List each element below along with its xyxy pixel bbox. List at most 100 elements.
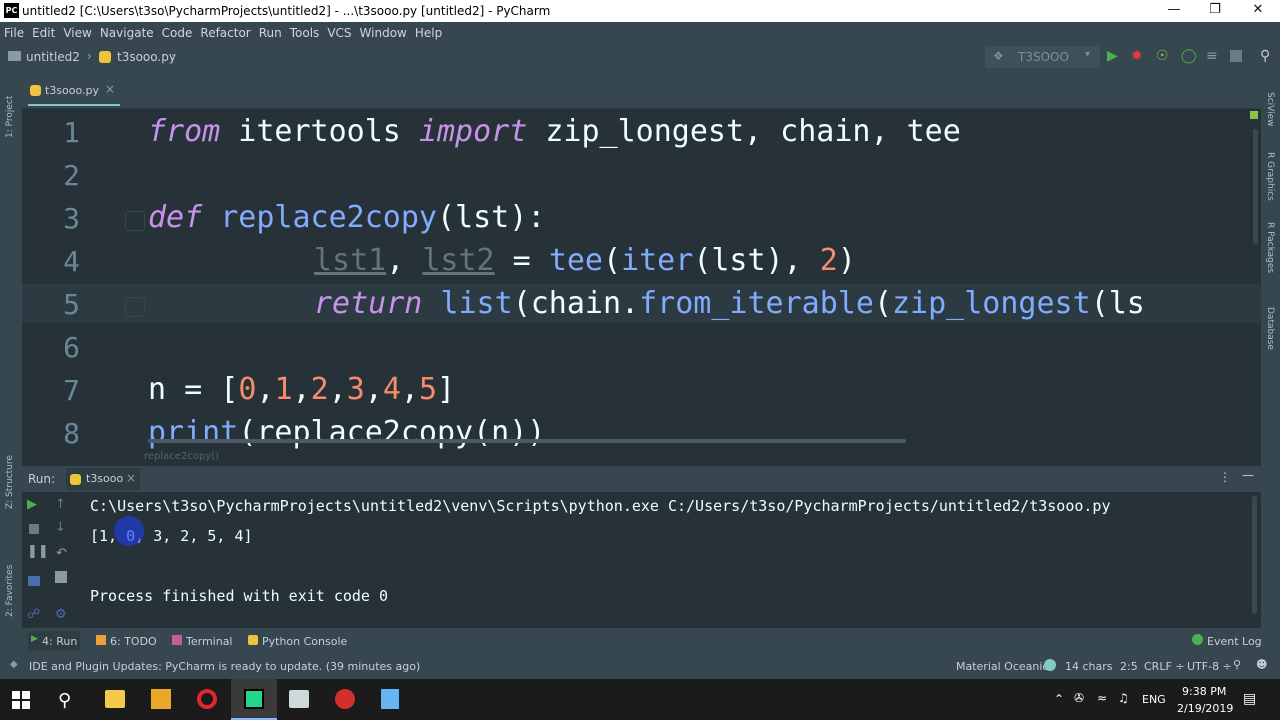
line-separator[interactable]: CRLF ÷ bbox=[1144, 660, 1185, 673]
database-tool-tab[interactable]: Database bbox=[1265, 307, 1275, 350]
rerun-icon[interactable]: ▶ bbox=[27, 497, 37, 512]
line-number: 6 bbox=[63, 331, 80, 364]
close-run-tab-icon[interactable]: × bbox=[126, 471, 136, 485]
menu-code[interactable]: Code bbox=[158, 22, 197, 40]
project-tool-tab[interactable]: 1: Project bbox=[5, 96, 15, 138]
search-everywhere-icon[interactable]: ⚲ bbox=[1260, 48, 1270, 64]
breadcrumb-project[interactable]: untitled2 bbox=[26, 50, 80, 64]
soft-wrap-icon[interactable]: ↶ bbox=[56, 546, 67, 561]
up-arrow-icon[interactable]: ↑ bbox=[55, 497, 66, 512]
menu-window[interactable]: Window bbox=[356, 22, 411, 40]
code-token: n = [ bbox=[148, 372, 239, 407]
todo-icon bbox=[96, 635, 106, 645]
inspector-icon[interactable]: ☻ bbox=[1256, 658, 1267, 671]
menu-file[interactable]: File bbox=[0, 22, 28, 40]
editor-tab-label: t3sooo.py bbox=[45, 84, 100, 97]
notifications-icon[interactable]: ▤ bbox=[1243, 691, 1256, 707]
clock-time[interactable]: 9:38 PM bbox=[1182, 685, 1226, 698]
minimize-button[interactable]: — bbox=[1164, 2, 1184, 20]
menu-edit[interactable]: Edit bbox=[28, 22, 59, 40]
print-icon[interactable] bbox=[55, 571, 67, 583]
theme-indicator[interactable]: Material Oceanic bbox=[956, 660, 1048, 673]
debug-icon[interactable]: ✹ bbox=[1131, 48, 1143, 64]
favorites-tool-tab[interactable]: 2: Favorites bbox=[5, 565, 15, 617]
run-tool-tab[interactable]: ▶ 4: Run bbox=[28, 631, 80, 651]
code-token: (ls bbox=[1090, 286, 1145, 321]
volume-icon[interactable]: ♫ bbox=[1118, 691, 1129, 705]
terminal-tool-tab[interactable]: Terminal bbox=[186, 635, 233, 648]
python-console-tool-tab[interactable]: Python Console bbox=[262, 635, 347, 648]
breadcrumb-file[interactable]: t3sooo.py bbox=[117, 50, 176, 64]
editor-tab-t3sooo[interactable]: t3sooo.py × bbox=[28, 76, 120, 106]
menu-view[interactable]: View bbox=[59, 22, 95, 40]
line-number: 3 bbox=[63, 202, 80, 235]
caret-position[interactable]: 2:5 bbox=[1120, 660, 1138, 673]
lock-icon[interactable]: ⚲ bbox=[1233, 658, 1241, 671]
file-encoding[interactable]: UTF-8 ÷ bbox=[1187, 660, 1232, 673]
code-line-8: print(replace2copy(n)) bbox=[148, 415, 545, 449]
sciview-tool-tab[interactable]: SciView bbox=[1265, 92, 1275, 127]
update-notification-icon[interactable]: ◆ bbox=[10, 659, 18, 670]
settings-icon[interactable]: ⚙ bbox=[55, 607, 67, 622]
notepad-icon[interactable] bbox=[381, 689, 399, 709]
r-graphics-tool-tab[interactable]: R Graphics bbox=[1265, 152, 1275, 201]
app-window-icon[interactable] bbox=[289, 690, 309, 708]
console-scrollbar[interactable] bbox=[1252, 496, 1257, 614]
inspection-ok-icon[interactable] bbox=[1250, 111, 1258, 119]
wifi-icon[interactable]: ≈ bbox=[1097, 691, 1107, 705]
horizontal-scrollbar[interactable] bbox=[148, 439, 906, 443]
pin-icon[interactable]: ☍ bbox=[27, 607, 40, 622]
menu-navigate[interactable]: Navigate bbox=[96, 22, 158, 40]
more-options-icon[interactable]: ⋮ bbox=[1219, 470, 1231, 484]
run-tab-t3sooo[interactable]: t3sooo × bbox=[66, 468, 140, 490]
fold-marker-icon[interactable] bbox=[125, 297, 145, 317]
status-message[interactable]: IDE and Plugin Updates: PyCharm is ready… bbox=[29, 660, 420, 673]
vertical-scrollbar[interactable] bbox=[1253, 129, 1258, 244]
r-packages-tool-tab[interactable]: R Packages bbox=[1265, 222, 1275, 273]
run-icon[interactable]: ▶ bbox=[1107, 48, 1118, 64]
close-window-button[interactable]: ✕ bbox=[1248, 2, 1268, 20]
run-tab-label: t3sooo bbox=[86, 472, 124, 485]
code-token: (lst), bbox=[693, 243, 820, 278]
fold-marker-icon[interactable] bbox=[125, 211, 145, 231]
opera-browser-icon[interactable] bbox=[197, 689, 217, 709]
todo-tool-tab[interactable]: 6: TODO bbox=[110, 635, 157, 648]
down-arrow-icon[interactable]: ↓ bbox=[55, 520, 66, 535]
chevron-up-icon[interactable]: ⌃ bbox=[1054, 692, 1064, 706]
code-token: , bbox=[256, 372, 275, 407]
structure-tool-tab[interactable]: Z: Structure bbox=[5, 455, 15, 509]
stop-icon[interactable] bbox=[29, 524, 39, 534]
pause-icon[interactable]: ❚❚ bbox=[27, 544, 49, 559]
run-console[interactable]: ▶ ↑ ↓ ❚❚ ↶ ☍ ⚙ C:\Users\t3so\PycharmProj… bbox=[22, 492, 1261, 628]
hide-panel-icon[interactable]: — bbox=[1242, 468, 1254, 482]
pycharm-taskbar-item[interactable] bbox=[231, 679, 277, 720]
stop-icon[interactable] bbox=[1230, 50, 1242, 62]
sublime-text-icon[interactable] bbox=[151, 689, 171, 709]
language-indicator[interactable]: ENG bbox=[1142, 693, 1166, 706]
menu-tools[interactable]: Tools bbox=[286, 22, 324, 40]
code-editor[interactable]: 1 2 3 4 5 6 7 8 from itertools import zi… bbox=[22, 109, 1261, 449]
build-icon[interactable]: ≡ bbox=[1206, 48, 1218, 64]
close-tab-icon[interactable]: × bbox=[105, 82, 115, 96]
restore-button[interactable]: ❐ bbox=[1205, 2, 1225, 20]
search-icon[interactable]: ⚲ bbox=[58, 690, 84, 716]
restore-layout-icon[interactable] bbox=[28, 576, 40, 586]
network-icon[interactable]: ✇ bbox=[1074, 691, 1084, 705]
code-token: (replace2copy(n)) bbox=[238, 415, 546, 449]
function-breadcrumb[interactable]: replace2copy() bbox=[144, 451, 219, 462]
windows-start-icon[interactable] bbox=[12, 691, 30, 709]
file-explorer-icon[interactable] bbox=[105, 690, 125, 708]
menu-vcs[interactable]: VCS bbox=[323, 22, 355, 40]
run-config-select[interactable]: ❖ T3SOOO ▾ bbox=[985, 46, 1100, 68]
code-token: from bbox=[148, 114, 221, 149]
menu-refactor[interactable]: Refactor bbox=[196, 22, 254, 40]
menu-help[interactable]: Help bbox=[411, 22, 446, 40]
clock-date[interactable]: 2/19/2019 bbox=[1177, 702, 1233, 715]
coverage-icon[interactable]: ☉ bbox=[1156, 48, 1169, 64]
menu-run[interactable]: Run bbox=[255, 22, 286, 40]
profile-icon[interactable]: ◯ bbox=[1181, 48, 1197, 64]
event-log-tool-tab[interactable]: Event Log bbox=[1207, 635, 1262, 648]
line-number: 1 bbox=[63, 116, 80, 149]
recorder-icon[interactable] bbox=[335, 689, 355, 709]
